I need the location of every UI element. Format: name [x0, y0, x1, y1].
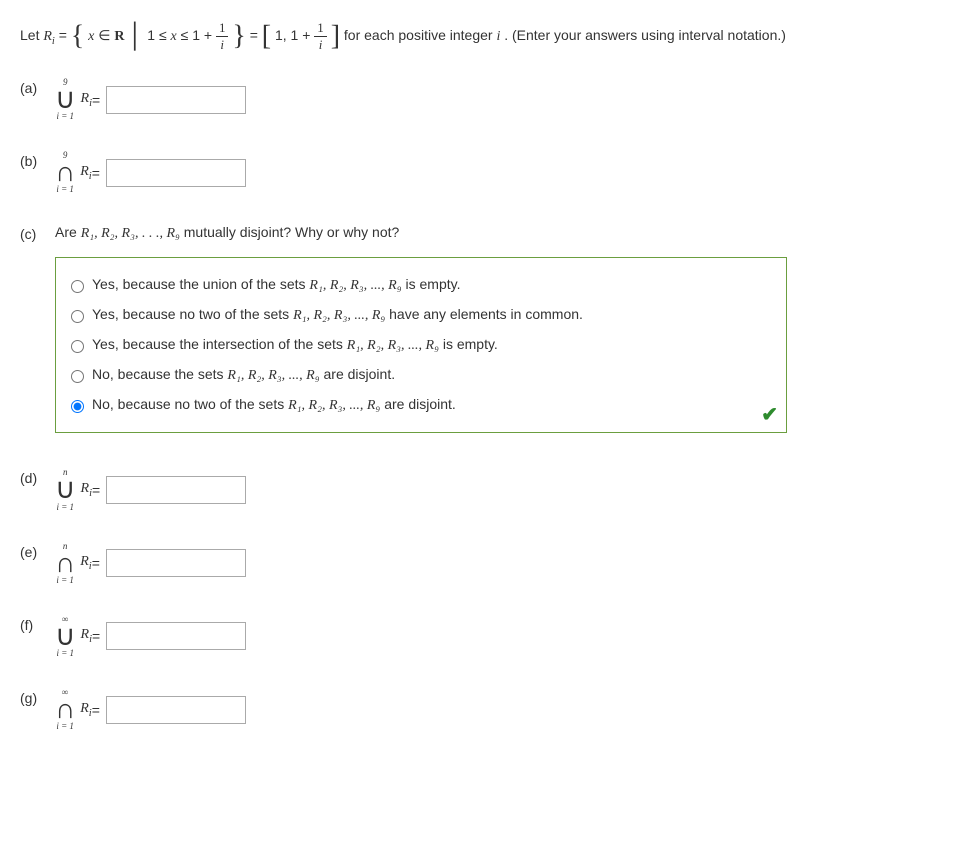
intersection-operator-n: n ∩ i = 1: [55, 542, 75, 585]
part-d-label: (d): [20, 468, 55, 486]
intersection-operator: 9 ∩ i = 1: [55, 151, 75, 194]
radio-option-3[interactable]: [71, 340, 84, 353]
option-3: Yes, because the intersection of the set…: [66, 330, 776, 360]
let-text: Let: [20, 27, 43, 43]
intersection-operator-inf: ∞ ∩ i = 1: [55, 688, 75, 731]
answer-input-d[interactable]: [106, 476, 246, 504]
part-f-label: (f): [20, 615, 55, 633]
part-c-label: (c): [20, 224, 55, 242]
part-e: (e) n ∩ i = 1 Ri =: [20, 542, 942, 585]
R-var: Ri: [43, 29, 54, 44]
part-e-label: (e): [20, 542, 55, 560]
part-b-label: (b): [20, 151, 55, 169]
option-5: No, because no two of the sets R₁, R₂, R…: [66, 390, 776, 420]
part-d: (d) n ∪ i = 1 Ri =: [20, 468, 942, 511]
problem-definition: Let Ri = { x ∈ R │ 1 ≤ x ≤ 1 + 1 i } = […: [20, 20, 942, 53]
correct-checkmark-icon: ✔: [761, 402, 778, 427]
fraction-1-over-i-2: 1 i: [314, 20, 327, 53]
radio-option-5[interactable]: [71, 400, 84, 413]
radio-option-2[interactable]: [71, 310, 84, 323]
answer-input-g[interactable]: [106, 696, 246, 724]
option-1: Yes, because the union of the sets R₁, R…: [66, 270, 776, 300]
option-2: Yes, because no two of the sets R₁, R₂, …: [66, 300, 776, 330]
answer-input-b[interactable]: [106, 159, 246, 187]
radio-option-4[interactable]: [71, 370, 84, 383]
option-4: No, because the sets R₁, R₂, R₃, ..., R₉…: [66, 360, 776, 390]
part-f: (f) ∞ ∪ i = 1 Ri =: [20, 615, 942, 658]
answer-input-f[interactable]: [106, 622, 246, 650]
union-operator-inf: ∞ ∪ i = 1: [55, 615, 76, 658]
part-g: (g) ∞ ∩ i = 1 Ri =: [20, 688, 942, 731]
union-operator-n: n ∪ i = 1: [55, 468, 76, 511]
answer-input-e[interactable]: [106, 549, 246, 577]
part-a-label: (a): [20, 78, 55, 96]
part-b: (b) 9 ∩ i = 1 Ri =: [20, 151, 942, 194]
union-operator: 9 ∪ i = 1: [55, 78, 76, 121]
part-g-label: (g): [20, 688, 55, 706]
radio-option-1[interactable]: [71, 280, 84, 293]
fraction-1-over-i: 1 i: [216, 20, 229, 53]
part-c: (c) Are R₁, R₂, R₃, . . ., R₉ mutually d…: [20, 224, 942, 433]
options-container: Yes, because the union of the sets R₁, R…: [55, 257, 787, 433]
answer-input-a[interactable]: [106, 86, 246, 114]
part-a: (a) 9 ∪ i = 1 Ri =: [20, 78, 942, 121]
part-c-question: Are R₁, R₂, R₃, . . ., R₉ mutually disjo…: [55, 224, 399, 242]
